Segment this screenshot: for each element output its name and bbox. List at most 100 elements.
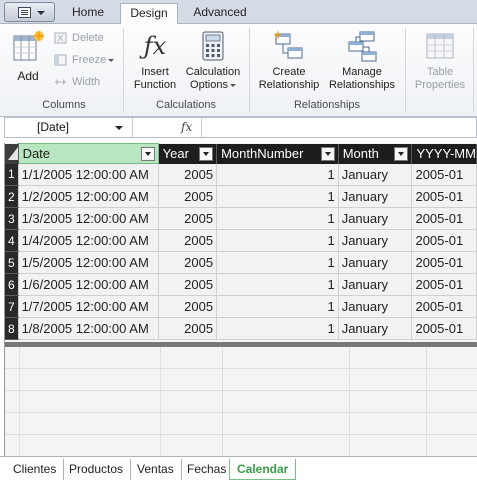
filter-dropdown-icon[interactable] [199, 146, 214, 161]
column-header-yyyy-mm[interactable]: YYYY-MM [411, 143, 477, 164]
row-header[interactable]: 8 [5, 317, 19, 340]
cell-year[interactable]: 2005 [158, 295, 218, 318]
table-row[interactable]: 3 1/3/2005 12:00:00 AM 2005 1 January 2005-01 [5, 207, 477, 230]
cell-monthnumber[interactable]: 1 [216, 251, 339, 274]
add-column-button[interactable]: Add [8, 28, 48, 88]
table-row[interactable]: 8 1/8/2005 12:00:00 AM 2005 1 January 2005-01 [5, 317, 477, 340]
cell-monthnumber[interactable]: 1 [216, 185, 339, 208]
function-icon[interactable]: fx [181, 118, 192, 137]
freeze-column-button[interactable]: Freeze [54, 51, 120, 69]
cell-month[interactable]: January [338, 207, 413, 230]
cell-date[interactable]: 1/4/2005 12:00:00 AM [18, 229, 159, 252]
grid-line [160, 347, 161, 456]
tab-design[interactable]: Design [120, 3, 178, 25]
table-row[interactable]: 2 1/2/2005 12:00:00 AM 2005 1 January 2005-01 [5, 185, 477, 208]
cell-year[interactable]: 2005 [158, 207, 218, 230]
sheet-tab-productos[interactable]: Productos [62, 459, 132, 480]
table-row[interactable]: 4 1/4/2005 12:00:00 AM 2005 1 January 2005-01 [5, 229, 477, 252]
cell-monthnumber[interactable]: 1 [216, 317, 339, 340]
create-relationship-button[interactable]: Create Relationship [254, 28, 324, 94]
delete-icon [54, 32, 67, 44]
create-relationship-icon [273, 30, 303, 59]
cell-date[interactable]: 1/7/2005 12:00:00 AM [18, 295, 159, 318]
select-all-corner[interactable] [5, 143, 19, 164]
table-row[interactable]: 5 1/5/2005 12:00:00 AM 2005 1 January 2005-01 [5, 251, 477, 274]
filter-dropdown-icon[interactable] [140, 147, 155, 161]
formula-divider [201, 118, 202, 137]
sheet-tab-fechas[interactable]: Fechas [180, 459, 235, 480]
cell-year[interactable]: 2005 [158, 229, 218, 252]
row-header[interactable]: 6 [5, 273, 19, 296]
filter-dropdown-icon[interactable] [394, 146, 409, 161]
table-row[interactable]: 6 1/6/2005 12:00:00 AM 2005 1 January 2005-01 [5, 273, 477, 296]
sheet-tab-ventas[interactable]: Ventas [130, 459, 182, 480]
column-header-label: Year [162, 146, 189, 161]
row-header[interactable]: 7 [5, 295, 19, 318]
calculation-options-button[interactable]: Calculation Options [182, 28, 244, 94]
cell-monthnumber[interactable]: 1 [216, 163, 339, 186]
cell-yyyy-mm[interactable]: 2005-01 [411, 317, 477, 340]
chevron-down-icon[interactable] [115, 126, 123, 130]
cell-date[interactable]: 1/5/2005 12:00:00 AM [18, 251, 159, 274]
cell-year[interactable]: 2005 [158, 251, 218, 274]
column-header-month[interactable]: Month [338, 143, 413, 164]
sheet-tab-calendar[interactable]: Calendar [229, 459, 297, 480]
grid-line [426, 347, 427, 456]
group-divider [249, 28, 250, 112]
cell-date[interactable]: 1/1/2005 12:00:00 AM [18, 163, 159, 186]
empty-grid-columns [5, 347, 477, 456]
cell-yyyy-mm[interactable]: 2005-01 [411, 273, 477, 296]
table-properties-label: Table Properties [414, 66, 466, 91]
cell-month[interactable]: January [338, 251, 413, 274]
cell-month[interactable]: January [338, 273, 413, 296]
add-column-label: Add [17, 69, 39, 83]
insert-function-button[interactable]: ƒx Insert Function [128, 28, 182, 94]
cell-year[interactable]: 2005 [158, 317, 218, 340]
calculation-options-label: Calculation Options [185, 66, 241, 91]
manage-relationships-button[interactable]: Manage Relationships [326, 28, 398, 94]
tab-advanced[interactable]: Advanced [186, 3, 254, 24]
column-header-monthnumber[interactable]: MonthNumber [216, 143, 339, 164]
file-menu-button[interactable] [4, 2, 55, 22]
row-header[interactable]: 2 [5, 185, 19, 208]
cell-yyyy-mm[interactable]: 2005-01 [411, 251, 477, 274]
table-row[interactable]: 7 1/7/2005 12:00:00 AM 2005 1 January 2005-01 [5, 295, 477, 318]
cell-month[interactable]: January [338, 317, 413, 340]
delete-column-button[interactable]: Delete [54, 29, 114, 47]
cell-month[interactable]: January [338, 185, 413, 208]
cell-yyyy-mm[interactable]: 2005-01 [411, 295, 477, 318]
cell-yyyy-mm[interactable]: 2005-01 [411, 229, 477, 252]
column-header-date[interactable]: Date [17, 143, 159, 164]
cell-date[interactable]: 1/8/2005 12:00:00 AM [18, 317, 159, 340]
table-row[interactable]: 1 1/1/2005 12:00:00 AM 2005 1 January 2005-01 [5, 163, 477, 186]
cell-year[interactable]: 2005 [158, 163, 218, 186]
column-width-button[interactable]: Width [54, 73, 114, 91]
manage-relationships-label: Manage Relationships [328, 66, 396, 91]
cell-monthnumber[interactable]: 1 [216, 273, 339, 296]
column-header-year[interactable]: Year [158, 143, 218, 164]
filter-dropdown-icon[interactable] [320, 146, 335, 161]
cell-month[interactable]: January [338, 229, 413, 252]
row-header[interactable]: 1 [5, 163, 19, 186]
cell-month[interactable]: January [338, 163, 413, 186]
table-properties-button[interactable]: Table Properties [410, 28, 470, 94]
column-name-box[interactable]: [Date] [5, 118, 133, 137]
cell-year[interactable]: 2005 [158, 273, 218, 296]
cell-date[interactable]: 1/3/2005 12:00:00 AM [18, 207, 159, 230]
row-header[interactable]: 4 [5, 229, 19, 252]
row-header[interactable]: 3 [5, 207, 19, 230]
cell-date[interactable]: 1/2/2005 12:00:00 AM [18, 185, 159, 208]
cell-yyyy-mm[interactable]: 2005-01 [411, 185, 477, 208]
row-header[interactable]: 5 [5, 251, 19, 274]
cell-monthnumber[interactable]: 1 [216, 229, 339, 252]
cell-year[interactable]: 2005 [158, 185, 218, 208]
sheet-tab-clientes[interactable]: Clientes [6, 459, 65, 480]
cell-yyyy-mm[interactable]: 2005-01 [411, 207, 477, 230]
tab-home[interactable]: Home [64, 3, 112, 24]
cell-month[interactable]: January [338, 295, 413, 318]
cell-yyyy-mm[interactable]: 2005-01 [411, 163, 477, 186]
cell-date[interactable]: 1/6/2005 12:00:00 AM [18, 273, 159, 296]
cell-monthnumber[interactable]: 1 [216, 207, 339, 230]
formula-input[interactable] [203, 118, 475, 137]
cell-monthnumber[interactable]: 1 [216, 295, 339, 318]
